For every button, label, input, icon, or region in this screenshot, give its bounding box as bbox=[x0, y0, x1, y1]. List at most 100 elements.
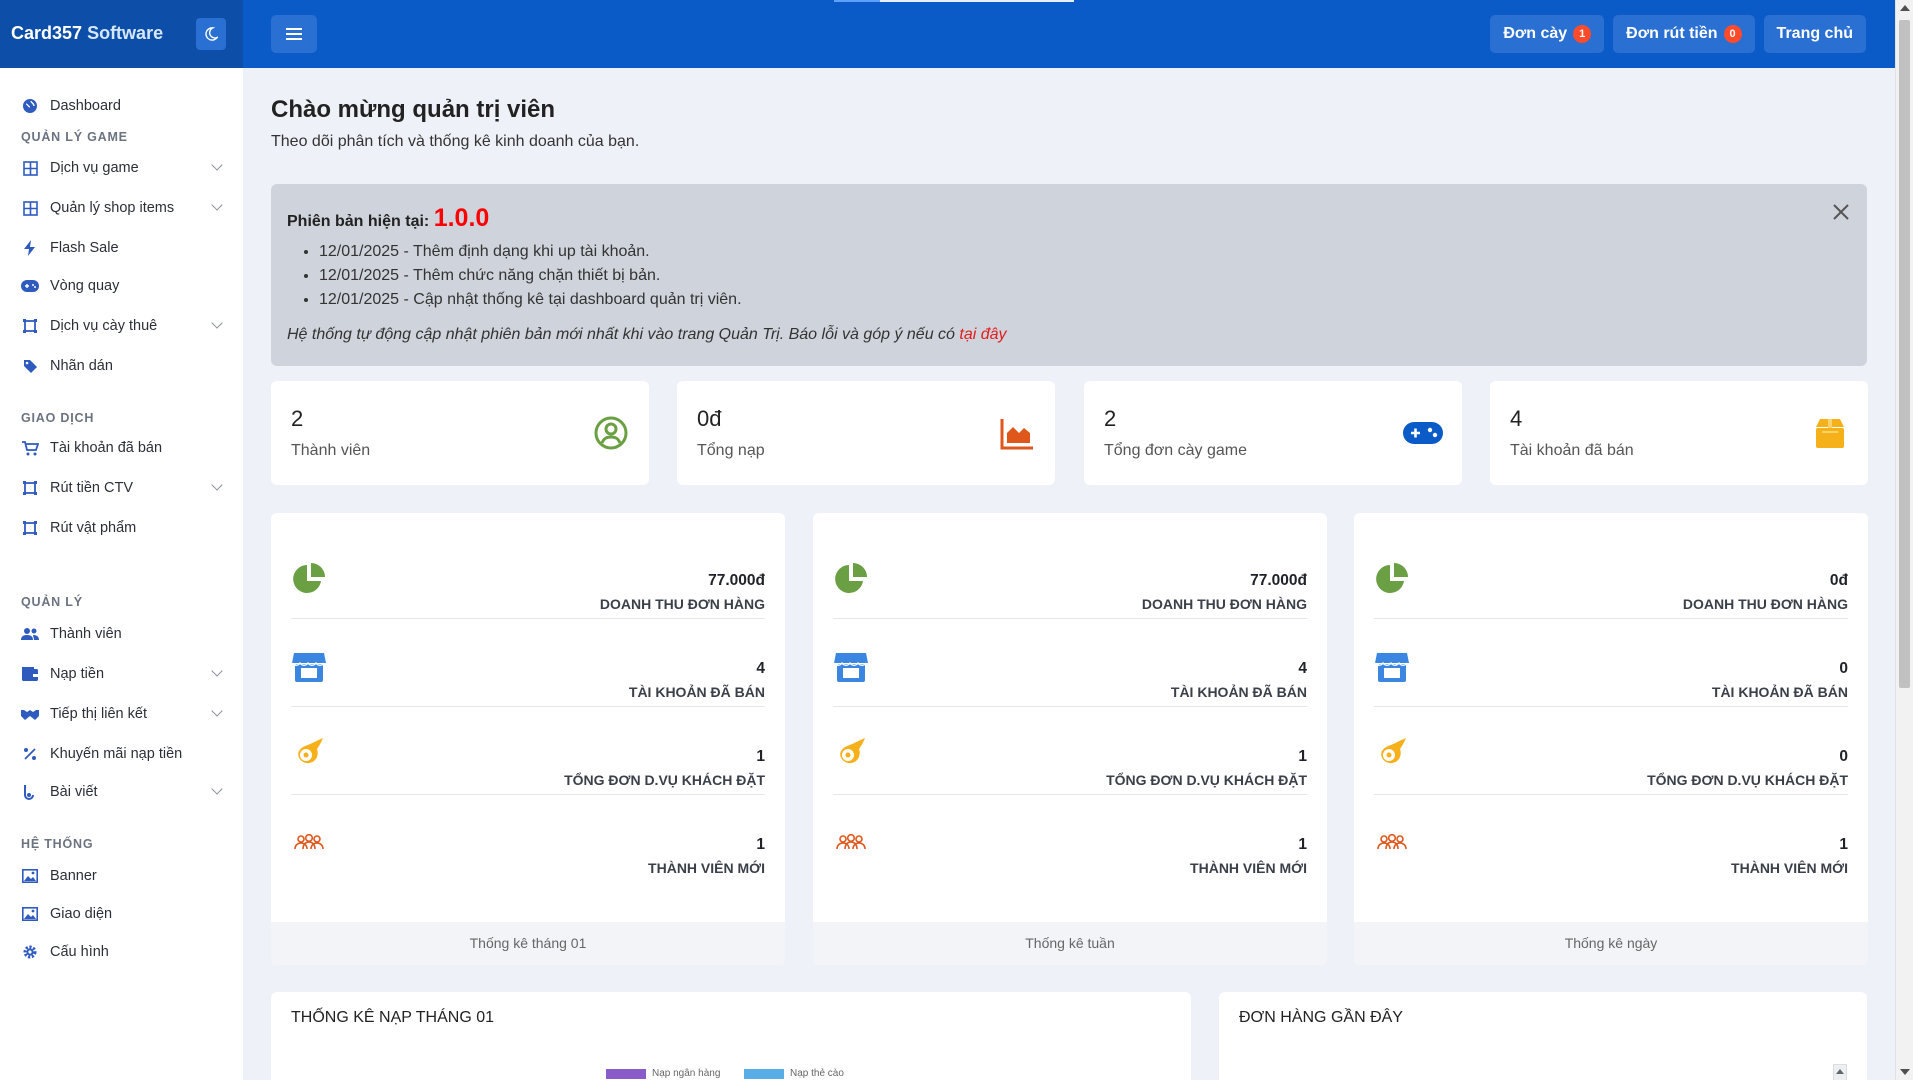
update-note-text: Hệ thống tự động cập nhật phiên bản mới … bbox=[287, 326, 955, 343]
sidebar-item-members[interactable]: Thành viên bbox=[21, 622, 221, 646]
sold-accounts-label: TÀI KHOẢN ĐÃ BÁN bbox=[1711, 684, 1848, 700]
revenue-label: DOANH THU ĐƠN HÀNG bbox=[599, 596, 765, 612]
chevron-down-icon bbox=[211, 705, 223, 717]
stat-label: Tổng nạp bbox=[697, 442, 765, 459]
sidebar-item-withdraw-items[interactable]: Rút vật phẩm bbox=[21, 516, 221, 540]
sidebar-item-label: Giao diện bbox=[50, 906, 113, 922]
new-members-value: 1 bbox=[1839, 836, 1848, 853]
sidebar-item-label: Nạp tiền bbox=[50, 666, 105, 682]
service-orders-label: TỔNG ĐƠN D.VỤ KHÁCH ĐẶT bbox=[1106, 772, 1307, 788]
sidebar-item-deposit[interactable]: Nạp tiền bbox=[21, 662, 223, 686]
sidebar-item-theme[interactable]: Giao diện bbox=[21, 902, 221, 926]
deposit-chart-title: THỐNG KÊ NẠP THÁNG 01 bbox=[291, 1009, 495, 1026]
image-icon bbox=[21, 905, 39, 923]
sidebar-item-banner[interactable]: Banner bbox=[21, 864, 221, 888]
sidebar-item-label: Dashboard bbox=[50, 98, 121, 114]
stat-card-total-deposit: 0đ Tổng nạp bbox=[677, 381, 1055, 485]
sidebar-item-config[interactable]: Cấu hình bbox=[21, 940, 221, 964]
store-icon bbox=[1374, 653, 1409, 682]
stat-label: Tổng đơn cày game bbox=[1104, 442, 1248, 459]
stat-card-sold-accounts: 4 Tài khoản đã bán bbox=[1490, 381, 1868, 485]
sidebar-item-label: Thành viên bbox=[50, 626, 122, 642]
sold-accounts-value: 0 bbox=[1839, 660, 1848, 677]
stats-panel-month: 77.000đ DOANH THU ĐƠN HÀNG 4 TÀI KHOẢN Đ… bbox=[271, 513, 785, 965]
brand-logo[interactable]: Card357 Software bbox=[11, 23, 163, 44]
sidebar-item-label: Khuyến mãi nạp tiền bbox=[50, 746, 183, 762]
stat-value: 2 bbox=[1104, 406, 1117, 431]
wallet-icon bbox=[21, 665, 39, 683]
brand-name: Card357 bbox=[11, 23, 83, 43]
sidebar-item-label: Rút vật phẩm bbox=[50, 520, 137, 536]
image-icon bbox=[21, 867, 39, 885]
revenue-label: DOANH THU ĐƠN HÀNG bbox=[1682, 596, 1848, 612]
sidebar-item-withdraw-ctv[interactable]: Rút tiền CTV bbox=[21, 476, 223, 500]
scroll-up-icon[interactable] bbox=[1900, 5, 1910, 11]
update-note: Hệ thống tự động cập nhật phiên bản mới … bbox=[287, 326, 1007, 344]
group-icon bbox=[1377, 833, 1407, 850]
grid-icon bbox=[21, 199, 39, 217]
new-members-row: 1 THÀNH VIÊN MỚI bbox=[291, 795, 765, 883]
recent-orders-card: ĐƠN HÀNG GẦN ĐÂY bbox=[1219, 992, 1867, 1080]
sidebar-item-wheel[interactable]: Vòng quay bbox=[21, 274, 221, 298]
sidebar-item-label: Nhãn dán bbox=[50, 358, 113, 374]
sold-accounts-value: 4 bbox=[756, 660, 765, 677]
percent-icon bbox=[21, 745, 39, 763]
new-members-label: THÀNH VIÊN MỚI bbox=[1731, 860, 1848, 876]
feedback-link[interactable]: tại đây bbox=[959, 326, 1006, 343]
sidebar-item-posts[interactable]: Bài viết bbox=[21, 780, 223, 804]
close-icon[interactable] bbox=[1831, 202, 1851, 222]
page-title: Chào mừng quản trị viên bbox=[271, 96, 556, 123]
sidebar-item-flash-sale[interactable]: Flash Sale bbox=[21, 236, 221, 260]
sidebar-item-boosting[interactable]: Dịch vụ cày thuê bbox=[21, 314, 223, 338]
pie-chart-icon bbox=[293, 563, 325, 593]
sidebar-item-sold-accounts[interactable]: Tài khoản đã bán bbox=[21, 436, 221, 460]
sidebar-item-game-services[interactable]: Dịch vụ game bbox=[21, 156, 223, 180]
chevron-down-icon bbox=[211, 159, 223, 171]
new-members-value: 1 bbox=[1298, 836, 1307, 853]
legend-item[interactable]: Nạp ngân hàng bbox=[606, 1068, 720, 1079]
sidebar-item-label: Banner bbox=[50, 868, 97, 884]
legend-item[interactable]: Nạp thẻ cào bbox=[744, 1068, 844, 1079]
withdraw-orders-label: Đơn rút tiền bbox=[1626, 25, 1718, 42]
sidebar-item-label: Bài viết bbox=[50, 784, 98, 800]
dark-mode-toggle[interactable] bbox=[196, 18, 226, 50]
service-orders-label: TỔNG ĐƠN D.VỤ KHÁCH ĐẶT bbox=[1647, 772, 1848, 788]
gamepad-icon bbox=[21, 277, 39, 295]
sidebar: Dashboard QUẢN LÝ GAME Dịch vụ game Quản… bbox=[0, 68, 243, 1080]
sidebar-item-shop-items[interactable]: Quản lý shop items bbox=[21, 196, 223, 220]
service-orders-value: 0 bbox=[1839, 748, 1848, 765]
group-icon bbox=[836, 833, 866, 850]
panel-footer: Thống kê tuần bbox=[813, 922, 1327, 965]
page-scrollbar[interactable] bbox=[1895, 0, 1913, 1080]
brand-block: Card357 Software bbox=[0, 0, 243, 68]
fire-ball-icon bbox=[298, 738, 323, 764]
scroll-thumb[interactable] bbox=[1899, 20, 1910, 688]
pie-chart-icon bbox=[1376, 563, 1408, 593]
sidebar-section-game: QUẢN LÝ GAME bbox=[21, 130, 128, 144]
new-members-label: THÀNH VIÊN MỚI bbox=[1190, 860, 1307, 876]
table-scrollbar[interactable] bbox=[1833, 1064, 1847, 1080]
sidebar-item-affiliate[interactable]: Tiếp thị liên kết bbox=[21, 702, 223, 726]
sidebar-item-deposit-promo[interactable]: Khuyến mãi nạp tiền bbox=[21, 742, 221, 766]
sidebar-section-trade: GIAO DỊCH bbox=[21, 411, 95, 425]
stat-label: Tài khoản đã bán bbox=[1510, 442, 1634, 459]
withdraw-orders-button[interactable]: Đơn rút tiền 0 bbox=[1613, 15, 1755, 53]
sidebar-item-dashboard[interactable]: Dashboard bbox=[21, 94, 221, 118]
stat-card-boost-orders: 2 Tổng đơn cày game bbox=[1084, 381, 1462, 485]
user-circle-icon bbox=[594, 416, 628, 450]
boost-orders-badge: 1 bbox=[1573, 25, 1592, 43]
service-orders-row: 1 TỔNG ĐƠN D.VỤ KHÁCH ĐẶT bbox=[291, 707, 765, 795]
stat-value: 2 bbox=[291, 406, 304, 431]
sidebar-item-stickers[interactable]: Nhãn dán bbox=[21, 354, 221, 378]
home-button[interactable]: Trang chủ bbox=[1763, 15, 1866, 53]
revenue-row: 77.000đ DOANH THU ĐƠN HÀNG bbox=[291, 531, 765, 619]
fire-ball-icon bbox=[840, 738, 865, 764]
sold-accounts-row: 4 TÀI KHOẢN ĐÃ BÁN bbox=[833, 619, 1307, 707]
scroll-down-icon[interactable] bbox=[1900, 1069, 1910, 1075]
sidebar-item-label: Vòng quay bbox=[50, 278, 120, 294]
sidebar-toggle-button[interactable] bbox=[271, 15, 317, 53]
version-line: Phiên bản hiện tại: 1.0.0 bbox=[287, 204, 489, 233]
service-orders-row: 1 TỔNG ĐƠN D.VỤ KHÁCH ĐẶT bbox=[833, 707, 1307, 795]
boost-orders-button[interactable]: Đơn cày 1 bbox=[1490, 15, 1605, 53]
revenue-row: 77.000đ DOANH THU ĐƠN HÀNG bbox=[833, 531, 1307, 619]
